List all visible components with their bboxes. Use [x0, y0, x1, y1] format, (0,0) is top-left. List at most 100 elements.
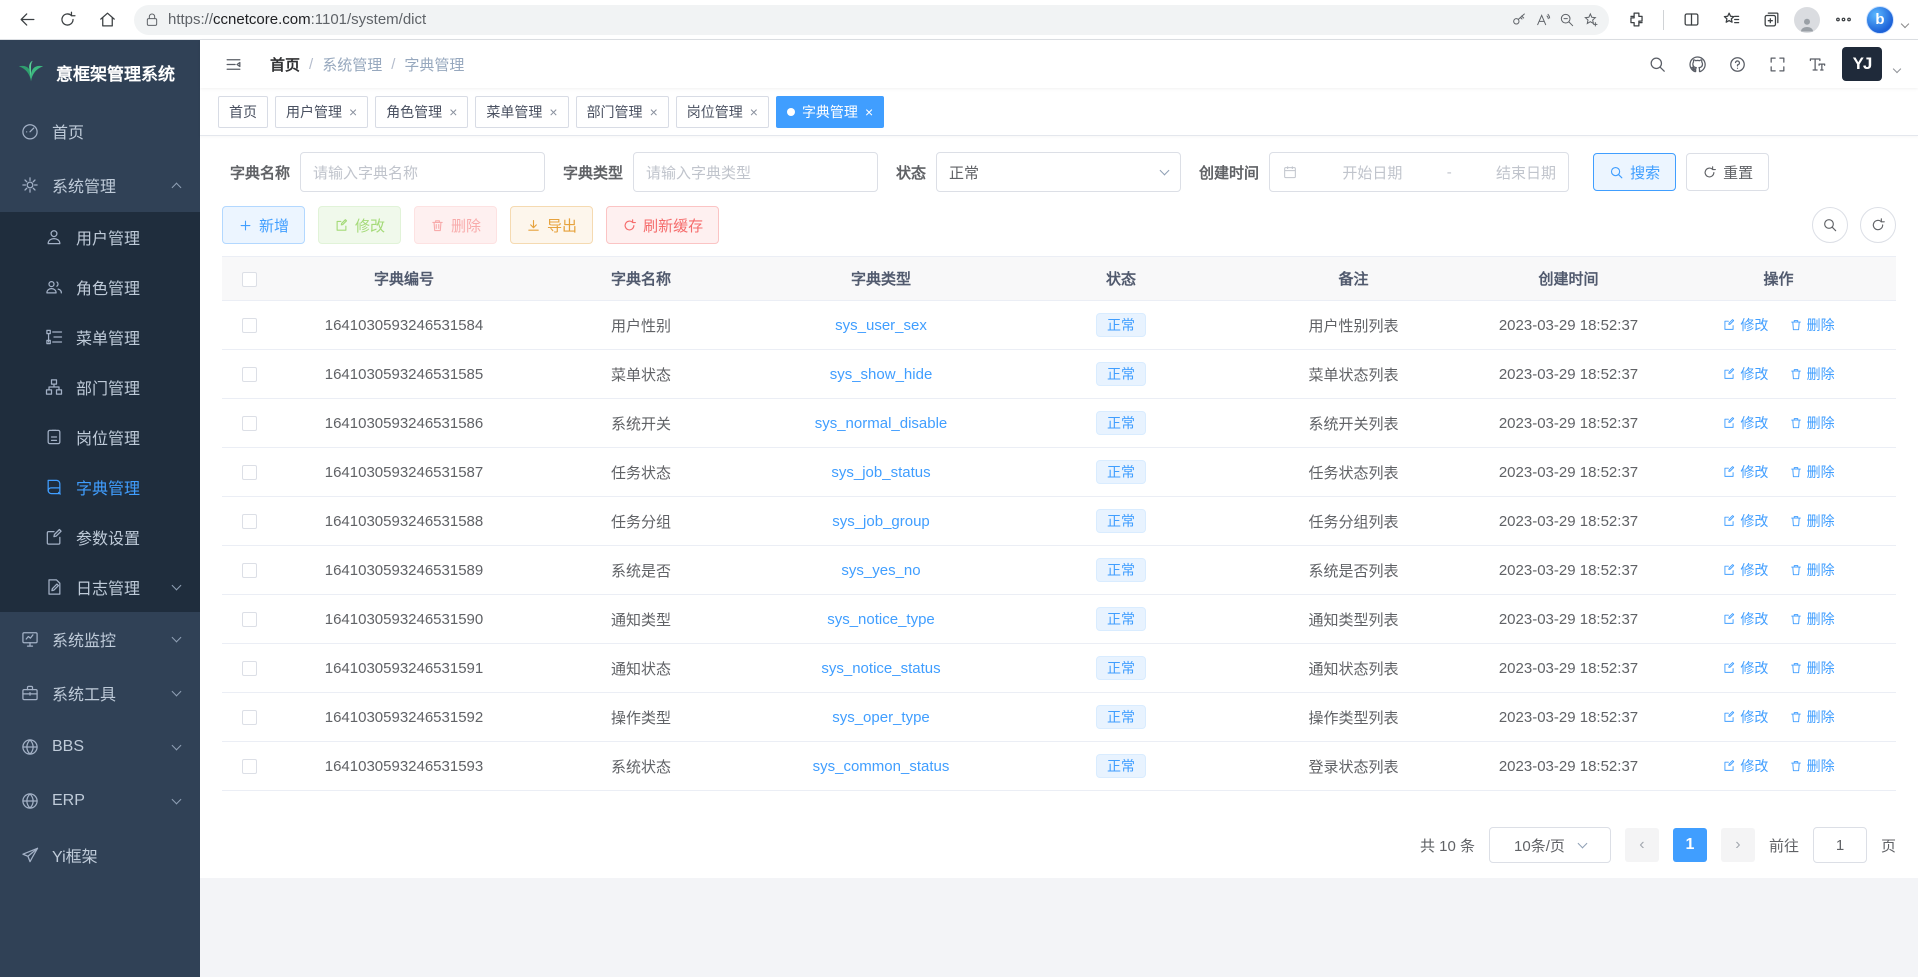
- sidebar-item-yi-framework[interactable]: Yi框架: [0, 828, 200, 882]
- address-bar[interactable]: https://ccnetcore.com:1101/system/dict: [134, 5, 1609, 35]
- sidebar-item-bbs[interactable]: BBS: [0, 720, 200, 774]
- row-edit-button[interactable]: 修改: [1722, 364, 1768, 384]
- sidebar-caret-icon[interactable]: [1901, 19, 1909, 27]
- sidebar-item-user-mgmt[interactable]: 用户管理: [0, 212, 200, 262]
- dict-type-link[interactable]: sys_notice_status: [821, 660, 940, 677]
- url-text[interactable]: https://ccnetcore.com:1101/system/dict: [168, 11, 1503, 28]
- dict-type-link[interactable]: sys_show_hide: [830, 366, 933, 383]
- date-range-picker[interactable]: 开始日期 - 结束日期: [1269, 152, 1569, 192]
- split-screen-icon[interactable]: [1674, 5, 1708, 35]
- row-delete-button[interactable]: 删除: [1789, 560, 1835, 580]
- tab-user-mgmt[interactable]: 用户管理×: [275, 96, 368, 128]
- row-edit-button[interactable]: 修改: [1722, 511, 1768, 531]
- row-edit-button[interactable]: 修改: [1722, 609, 1768, 629]
- tab-post-mgmt[interactable]: 岗位管理×: [676, 96, 769, 128]
- row-checkbox[interactable]: [242, 514, 257, 529]
- close-icon[interactable]: ×: [349, 105, 357, 119]
- sidebar-item-post-mgmt[interactable]: 岗位管理: [0, 412, 200, 462]
- row-edit-button[interactable]: 修改: [1722, 560, 1768, 580]
- sidebar-item-menu-mgmt[interactable]: 菜单管理: [0, 312, 200, 362]
- app-logo[interactable]: 意框架管理系统: [0, 40, 200, 104]
- sidebar-item-role-mgmt[interactable]: 角色管理: [0, 262, 200, 312]
- close-icon[interactable]: ×: [549, 105, 557, 119]
- row-delete-button[interactable]: 删除: [1789, 756, 1835, 776]
- extensions-icon[interactable]: [1619, 5, 1653, 35]
- breadcrumb-system[interactable]: 系统管理: [322, 54, 382, 75]
- sidebar-item-erp[interactable]: ERP: [0, 774, 200, 828]
- tab-menu-mgmt[interactable]: 菜单管理×: [475, 96, 568, 128]
- row-checkbox[interactable]: [242, 759, 257, 774]
- goto-page-input[interactable]: 1: [1813, 827, 1867, 863]
- reset-button[interactable]: 重置: [1686, 153, 1769, 191]
- row-checkbox[interactable]: [242, 661, 257, 676]
- dict-type-link[interactable]: sys_normal_disable: [815, 415, 948, 432]
- tab-dict-mgmt-active[interactable]: 字典管理×: [776, 96, 884, 128]
- collections-icon[interactable]: [1754, 5, 1788, 35]
- dict-type-input[interactable]: 请输入字典类型: [633, 152, 878, 192]
- user-brand-logo[interactable]: YJ: [1842, 47, 1882, 81]
- browser-home-button[interactable]: [90, 5, 124, 35]
- row-edit-button[interactable]: 修改: [1722, 413, 1768, 433]
- favorite-add-icon[interactable]: [1583, 12, 1599, 28]
- row-edit-button[interactable]: 修改: [1722, 707, 1768, 727]
- tab-role-mgmt[interactable]: 角色管理×: [375, 96, 468, 128]
- prev-page-button[interactable]: ‹: [1625, 828, 1659, 862]
- row-edit-button[interactable]: 修改: [1722, 658, 1768, 678]
- row-edit-button[interactable]: 修改: [1722, 462, 1768, 482]
- dict-type-link[interactable]: sys_user_sex: [835, 317, 927, 334]
- sidebar-item-log-mgmt[interactable]: 日志管理: [0, 562, 200, 612]
- breadcrumb-home[interactable]: 首页: [270, 54, 300, 75]
- sidebar-item-dept-mgmt[interactable]: 部门管理: [0, 362, 200, 412]
- help-button[interactable]: [1722, 49, 1752, 79]
- row-edit-button[interactable]: 修改: [1722, 315, 1768, 335]
- row-checkbox[interactable]: [242, 710, 257, 725]
- add-button[interactable]: 新增: [222, 206, 305, 244]
- row-checkbox[interactable]: [242, 318, 257, 333]
- dict-type-link[interactable]: sys_oper_type: [832, 709, 930, 726]
- close-icon[interactable]: ×: [449, 105, 457, 119]
- next-page-button[interactable]: ›: [1721, 828, 1755, 862]
- user-menu-caret-icon[interactable]: [1893, 65, 1901, 73]
- row-delete-button[interactable]: 删除: [1789, 315, 1835, 335]
- dict-type-link[interactable]: sys_job_group: [832, 513, 930, 530]
- tab-home[interactable]: 首页: [218, 96, 268, 128]
- row-delete-button[interactable]: 删除: [1789, 609, 1835, 629]
- row-checkbox[interactable]: [242, 416, 257, 431]
- font-size-button[interactable]: [1802, 49, 1832, 79]
- row-checkbox[interactable]: [242, 612, 257, 627]
- close-icon[interactable]: ×: [650, 105, 658, 119]
- bing-chat-icon[interactable]: b: [1866, 6, 1894, 34]
- row-delete-button[interactable]: 删除: [1789, 364, 1835, 384]
- row-delete-button[interactable]: 删除: [1789, 462, 1835, 482]
- row-delete-button[interactable]: 删除: [1789, 511, 1835, 531]
- export-button[interactable]: 导出: [510, 206, 593, 244]
- sidebar-item-param-settings[interactable]: 参数设置: [0, 512, 200, 562]
- refresh-cache-button[interactable]: 刷新缓存: [606, 206, 719, 244]
- dict-type-link[interactable]: sys_common_status: [813, 758, 950, 775]
- dict-name-input[interactable]: 请输入字典名称: [300, 152, 545, 192]
- delete-button[interactable]: 删除: [414, 206, 497, 244]
- close-icon[interactable]: ×: [865, 105, 873, 119]
- start-date-placeholder[interactable]: 开始日期: [1342, 162, 1402, 183]
- row-delete-button[interactable]: 删除: [1789, 413, 1835, 433]
- header-search-button[interactable]: [1642, 49, 1672, 79]
- read-aloud-icon[interactable]: [1535, 12, 1551, 28]
- search-button[interactable]: 搜索: [1593, 153, 1676, 191]
- row-checkbox[interactable]: [242, 563, 257, 578]
- tab-dept-mgmt[interactable]: 部门管理×: [576, 96, 669, 128]
- github-button[interactable]: [1682, 49, 1712, 79]
- page-size-select[interactable]: 10条/页: [1489, 827, 1611, 863]
- browser-back-button[interactable]: [10, 5, 44, 35]
- collapse-sidebar-button[interactable]: [218, 49, 248, 79]
- dict-type-link[interactable]: sys_job_status: [831, 464, 930, 481]
- row-delete-button[interactable]: 删除: [1789, 658, 1835, 678]
- end-date-placeholder[interactable]: 结束日期: [1496, 162, 1556, 183]
- sidebar-item-tools[interactable]: 系统工具: [0, 666, 200, 720]
- dict-type-link[interactable]: sys_notice_type: [827, 611, 935, 628]
- sidebar-item-system[interactable]: 系统管理: [0, 158, 200, 212]
- zoom-out-icon[interactable]: [1559, 12, 1575, 28]
- browser-profile-avatar[interactable]: [1794, 7, 1820, 33]
- dict-type-link[interactable]: sys_yes_no: [841, 562, 920, 579]
- row-edit-button[interactable]: 修改: [1722, 756, 1768, 776]
- sidebar-item-dict-mgmt[interactable]: 字典管理: [0, 462, 200, 512]
